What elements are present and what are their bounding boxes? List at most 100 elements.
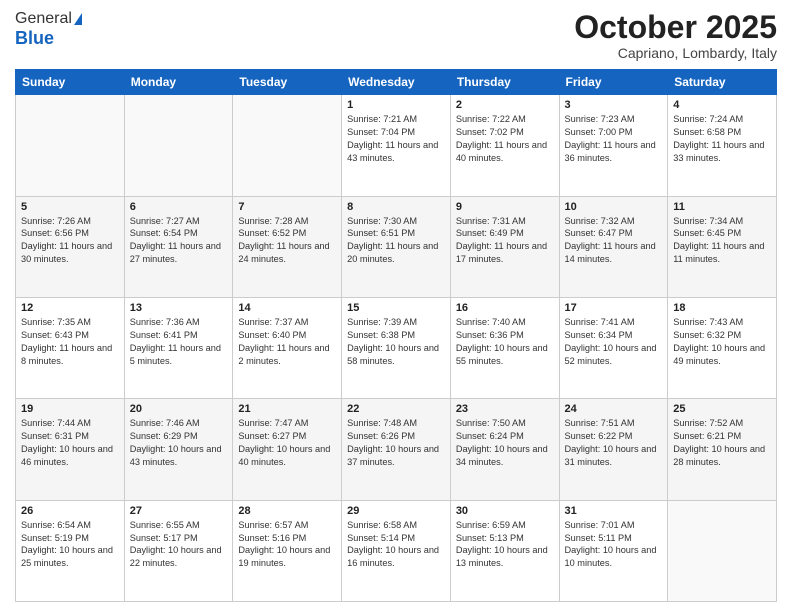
day-number: 11 [673,201,771,213]
day-cell-4-3: 29 Sunrise: 6:58 AM Sunset: 5:14 PM Dayli… [342,500,451,601]
day-number: 30 [456,505,554,517]
day-info: Sunrise: 7:36 AM Sunset: 6:41 PM Dayligh… [130,316,228,368]
day-info: Sunrise: 7:37 AM Sunset: 6:40 PM Dayligh… [238,316,336,368]
day-info: Sunrise: 6:57 AM Sunset: 5:16 PM Dayligh… [238,519,336,571]
day-info: Sunrise: 7:24 AM Sunset: 6:58 PM Dayligh… [673,113,771,165]
month-title: October 2025 [574,10,777,45]
day-cell-4-4: 30 Sunrise: 6:59 AM Sunset: 5:13 PM Dayli… [450,500,559,601]
day-info: Sunrise: 6:55 AM Sunset: 5:17 PM Dayligh… [130,519,228,571]
header-sunday: Sunday [16,70,125,95]
day-cell-4-5: 31Sunrise: 7:01 AM Sunset: 5:11 PM Dayli… [559,500,668,601]
header-friday: Friday [559,70,668,95]
day-info: Sunrise: 7:30 AM Sunset: 6:51 PM Dayligh… [347,215,445,267]
day-cell-0-2 [233,95,342,196]
day-info: Sunrise: 7:32 AM Sunset: 6:47 PM Dayligh… [565,215,663,267]
day-info: Sunrise: 7:22 AM Sunset: 7:02 PM Dayligh… [456,113,554,165]
day-number: 2 [456,99,554,111]
day-cell-3-4: 23 Sunrise: 7:50 AM Sunset: 6:24 PM Dayli… [450,399,559,500]
day-cell-1-1: 6 Sunrise: 7:27 AM Sunset: 6:54 PM Daylig… [124,196,233,297]
day-cell-1-5: 10 Sunrise: 7:32 AM Sunset: 6:47 PM Dayli… [559,196,668,297]
day-number: 22 [347,403,445,415]
day-info: Sunrise: 7:23 AM Sunset: 7:00 PM Dayligh… [565,113,663,165]
day-info: Sunrise: 7:50 AM Sunset: 6:24 PM Dayligh… [456,417,554,469]
day-number: 27 [130,505,228,517]
day-number: 28 [238,505,336,517]
day-number: 7 [238,201,336,213]
day-cell-1-0: 5 Sunrise: 7:26 AM Sunset: 6:56 PM Daylig… [16,196,125,297]
day-number: 20 [130,403,228,415]
day-info: Sunrise: 6:59 AM Sunset: 5:13 PM Dayligh… [456,519,554,571]
header-thursday: Thursday [450,70,559,95]
header: General Blue October 2025 Capriano, Lomb… [15,10,777,61]
day-number: 5 [21,201,119,213]
day-cell-3-1: 20Sunrise: 7:46 AM Sunset: 6:29 PM Dayli… [124,399,233,500]
day-number: 23 [456,403,554,415]
header-wednesday: Wednesday [342,70,451,95]
day-cell-1-2: 7 Sunrise: 7:28 AM Sunset: 6:52 PM Daylig… [233,196,342,297]
day-cell-2-1: 13 Sunrise: 7:36 AM Sunset: 6:41 PM Dayli… [124,297,233,398]
day-number: 3 [565,99,663,111]
day-number: 26 [21,505,119,517]
day-info: Sunrise: 6:58 AM Sunset: 5:14 PM Dayligh… [347,519,445,571]
day-cell-2-2: 14 Sunrise: 7:37 AM Sunset: 6:40 PM Dayli… [233,297,342,398]
week-row-1: 1 Sunrise: 7:21 AM Sunset: 7:04 PM Daylig… [16,95,777,196]
day-info: Sunrise: 7:21 AM Sunset: 7:04 PM Dayligh… [347,113,445,165]
day-number: 14 [238,302,336,314]
day-number: 25 [673,403,771,415]
day-number: 18 [673,302,771,314]
day-cell-0-3: 1 Sunrise: 7:21 AM Sunset: 7:04 PM Daylig… [342,95,451,196]
day-info: Sunrise: 7:26 AM Sunset: 6:56 PM Dayligh… [21,215,119,267]
day-cell-3-2: 21 Sunrise: 7:47 AM Sunset: 6:27 PM Dayli… [233,399,342,500]
day-cell-2-5: 17Sunrise: 7:41 AM Sunset: 6:34 PM Dayli… [559,297,668,398]
day-info: Sunrise: 7:51 AM Sunset: 6:22 PM Dayligh… [565,417,663,469]
day-cell-2-4: 16 Sunrise: 7:40 AM Sunset: 6:36 PM Dayli… [450,297,559,398]
week-row-2: 5 Sunrise: 7:26 AM Sunset: 6:56 PM Daylig… [16,196,777,297]
day-info: Sunrise: 7:27 AM Sunset: 6:54 PM Dayligh… [130,215,228,267]
logo-general-text: General [15,10,72,28]
day-info: Sunrise: 7:31 AM Sunset: 6:49 PM Dayligh… [456,215,554,267]
header-tuesday: Tuesday [233,70,342,95]
logo-blue-text: Blue [15,28,54,49]
day-number: 24 [565,403,663,415]
day-info: Sunrise: 7:44 AM Sunset: 6:31 PM Dayligh… [21,417,119,469]
day-cell-0-4: 2 Sunrise: 7:22 AM Sunset: 7:02 PM Daylig… [450,95,559,196]
location-title: Capriano, Lombardy, Italy [574,45,777,61]
day-cell-0-0 [16,95,125,196]
day-number: 13 [130,302,228,314]
day-number: 10 [565,201,663,213]
day-info: Sunrise: 7:28 AM Sunset: 6:52 PM Dayligh… [238,215,336,267]
day-info: Sunrise: 7:40 AM Sunset: 6:36 PM Dayligh… [456,316,554,368]
header-saturday: Saturday [668,70,777,95]
day-number: 12 [21,302,119,314]
day-cell-4-2: 28 Sunrise: 6:57 AM Sunset: 5:16 PM Dayli… [233,500,342,601]
week-row-3: 12Sunrise: 7:35 AM Sunset: 6:43 PM Dayli… [16,297,777,398]
day-info: Sunrise: 7:48 AM Sunset: 6:26 PM Dayligh… [347,417,445,469]
day-number: 21 [238,403,336,415]
day-cell-4-6 [668,500,777,601]
day-number: 16 [456,302,554,314]
day-cell-0-1 [124,95,233,196]
day-info: Sunrise: 7:47 AM Sunset: 6:27 PM Dayligh… [238,417,336,469]
day-number: 1 [347,99,445,111]
weekday-header-row: Sunday Monday Tuesday Wednesday Thursday… [16,70,777,95]
week-row-4: 19Sunrise: 7:44 AM Sunset: 6:31 PM Dayli… [16,399,777,500]
day-cell-1-3: 8Sunrise: 7:30 AM Sunset: 6:51 PM Daylig… [342,196,451,297]
calendar: Sunday Monday Tuesday Wednesday Thursday… [15,69,777,602]
day-cell-0-5: 3 Sunrise: 7:23 AM Sunset: 7:00 PM Daylig… [559,95,668,196]
day-cell-4-1: 27 Sunrise: 6:55 AM Sunset: 5:17 PM Dayli… [124,500,233,601]
logo-triangle-icon [74,13,82,25]
day-info: Sunrise: 7:39 AM Sunset: 6:38 PM Dayligh… [347,316,445,368]
day-info: Sunrise: 7:01 AM Sunset: 5:11 PM Dayligh… [565,519,663,571]
logo: General Blue [15,10,82,49]
week-row-5: 26Sunrise: 6:54 AM Sunset: 5:19 PM Dayli… [16,500,777,601]
day-number: 9 [456,201,554,213]
day-number: 6 [130,201,228,213]
page: General Blue October 2025 Capriano, Lomb… [0,0,792,612]
day-number: 29 [347,505,445,517]
day-info: Sunrise: 7:41 AM Sunset: 6:34 PM Dayligh… [565,316,663,368]
header-monday: Monday [124,70,233,95]
day-cell-3-3: 22 Sunrise: 7:48 AM Sunset: 6:26 PM Dayli… [342,399,451,500]
day-cell-4-0: 26Sunrise: 6:54 AM Sunset: 5:19 PM Dayli… [16,500,125,601]
day-cell-2-3: 15Sunrise: 7:39 AM Sunset: 6:38 PM Dayli… [342,297,451,398]
day-cell-1-6: 11Sunrise: 7:34 AM Sunset: 6:45 PM Dayli… [668,196,777,297]
